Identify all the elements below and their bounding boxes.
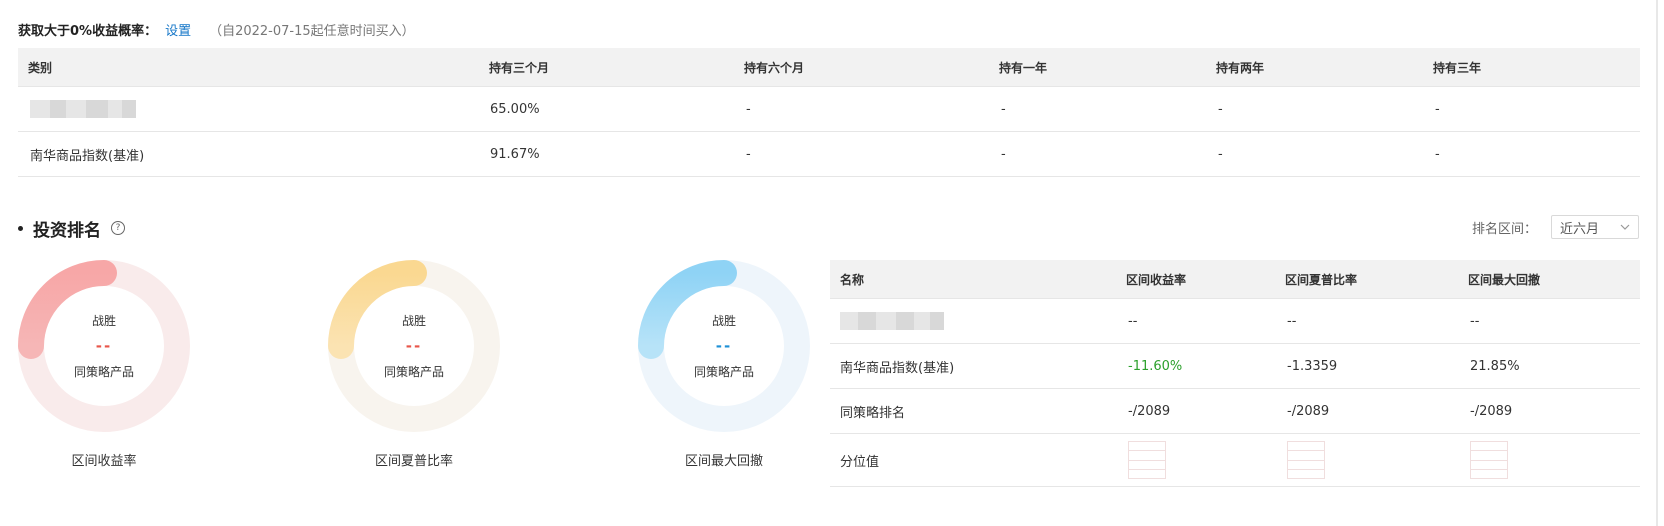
header-drawdown: 区间最大回撤: [1468, 272, 1541, 287]
quantile-label: 分位值: [840, 454, 880, 470]
peer-label: 同策略产品: [73, 365, 134, 379]
value-return: -/2089: [1128, 403, 1171, 419]
table-row: 分位值: [830, 434, 1640, 487]
donut-caption: 区间夏普比率: [374, 454, 453, 469]
bullet-dot-icon: [18, 225, 23, 231]
donut-return: 战胜 -- 同策略产品 区间收益率: [18, 260, 190, 469]
value-3m: 65.00%: [490, 101, 540, 117]
settings-link[interactable]: 设置: [165, 20, 191, 39]
header-return: 区间收益率: [1126, 272, 1187, 287]
range-label: 排名区间：: [1472, 222, 1538, 237]
masked-product-name: [840, 299, 944, 343]
table-header: 名称 区间收益率 区间夏普比率 区间最大回撤: [830, 260, 1640, 299]
donut-drawdown: 战胜 -- 同策略产品 区间最大回撤: [638, 260, 810, 469]
range-select-value: 近六月: [1560, 221, 1600, 237]
win-value: --: [715, 337, 733, 355]
table-header: 类别 持有三个月 持有六个月 持有一年 持有两年 持有三年: [18, 48, 1640, 87]
donut-sharpe: 战胜 -- 同策略产品 区间夏普比率: [328, 260, 500, 469]
value-drawdown: -/2089: [1470, 403, 1513, 419]
header-name: 名称: [840, 272, 865, 287]
win-label: 战胜: [711, 314, 736, 328]
ranking-section-title: 投资排名 ?: [18, 216, 125, 241]
probability-note: （自2022-07-15起任意时间买入）: [209, 23, 415, 39]
donut-chart: 战胜 -- 同策略产品: [328, 260, 500, 432]
chevron-down-icon: [1620, 224, 1630, 230]
header-6m: 持有六个月: [744, 60, 805, 75]
table-row: 65.00% - - - -: [18, 87, 1640, 132]
value-3y: -: [1435, 101, 1440, 117]
value-2y: -: [1218, 101, 1223, 117]
question-mark-icon[interactable]: ?: [111, 221, 125, 235]
value-sharpe: -/2089: [1287, 403, 1330, 419]
value-drawdown: 21.85%: [1470, 358, 1520, 374]
holding-probability-table: 类别 持有三个月 持有六个月 持有一年 持有两年 持有三年 65.00% - -…: [18, 48, 1640, 177]
value-sharpe: --: [1287, 313, 1297, 329]
vertical-scrollbar[interactable]: [1656, 0, 1658, 526]
benchmark-name: 南华商品指数(基准): [30, 148, 145, 164]
value-3y: -: [1435, 146, 1440, 162]
peer-rank-label: 同策略排名: [840, 405, 906, 421]
value-drawdown: --: [1470, 313, 1480, 329]
ranking-table: 名称 区间收益率 区间夏普比率 区间最大回撤 -- -- -- 南华商品指数(基…: [830, 260, 1640, 487]
win-value: --: [405, 337, 423, 355]
donut-caption: 区间收益率: [71, 454, 137, 469]
header-3y: 持有三年: [1433, 60, 1482, 75]
quantile-box-drawdown: [1470, 434, 1508, 486]
range-select[interactable]: 近六月: [1551, 215, 1639, 239]
masked-product-name: [30, 87, 136, 131]
value-6m: -: [746, 146, 751, 162]
donut-chart: 战胜 -- 同策略产品: [638, 260, 810, 432]
header-2y: 持有两年: [1216, 60, 1265, 75]
table-row: 南华商品指数(基准) 91.67% - - - -: [18, 132, 1640, 177]
value-sharpe: -1.3359: [1287, 358, 1338, 374]
donut-chart: 战胜 -- 同策略产品: [18, 260, 190, 432]
quantile-box-return: [1128, 434, 1166, 486]
value-return: -11.60%: [1128, 358, 1183, 374]
value-return: --: [1128, 313, 1138, 329]
donut-caption: 区间最大回撤: [684, 454, 763, 469]
header-category: 类别: [28, 60, 53, 75]
header-sharpe: 区间夏普比率: [1285, 272, 1358, 287]
table-row: 南华商品指数(基准) -11.60% -1.3359 21.85%: [830, 344, 1640, 389]
header-3m: 持有三个月: [489, 60, 550, 75]
peer-label: 同策略产品: [383, 365, 444, 379]
win-value: --: [95, 337, 113, 355]
quantile-box-sharpe: [1287, 434, 1325, 486]
value-2y: -: [1218, 146, 1223, 162]
probability-line: 获取大于0%收益概率： 设置 （自2022-07-15起任意时间买入）: [18, 18, 415, 40]
table-row: 同策略排名 -/2089 -/2089 -/2089: [830, 389, 1640, 434]
win-label: 战胜: [401, 314, 426, 328]
probability-label: 获取大于0%收益概率：: [18, 23, 158, 39]
value-1y: -: [1001, 101, 1006, 117]
peer-label: 同策略产品: [693, 365, 754, 379]
value-3m: 91.67%: [490, 146, 540, 162]
value-6m: -: [746, 101, 751, 117]
table-row: -- -- --: [830, 299, 1640, 344]
header-1y: 持有一年: [999, 60, 1048, 75]
win-label: 战胜: [91, 314, 116, 328]
benchmark-name: 南华商品指数(基准): [840, 360, 955, 376]
value-1y: -: [1001, 146, 1006, 162]
section-title-text: 投资排名: [33, 220, 101, 241]
